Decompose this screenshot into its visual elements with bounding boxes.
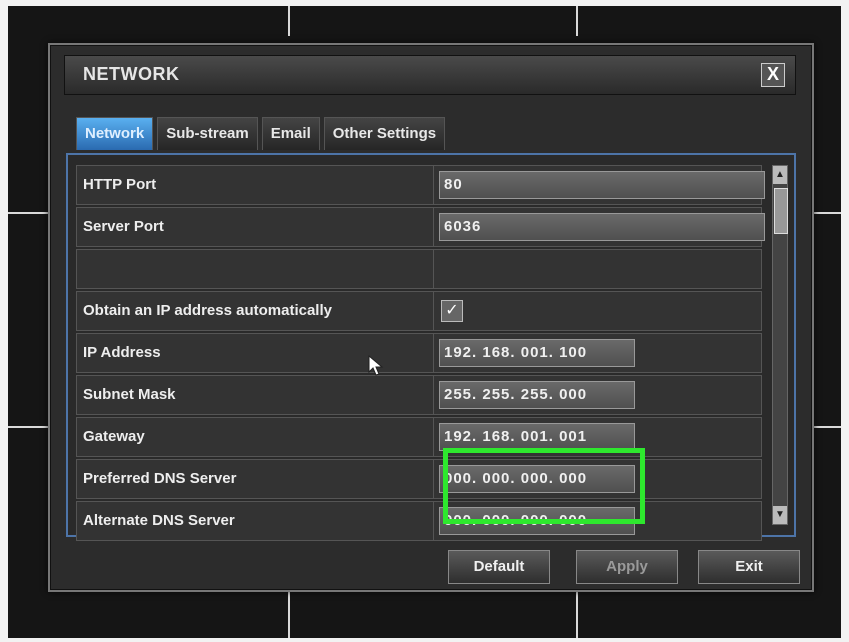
title-bar[interactable]: NETWORK X [64,55,796,95]
server-port-label: Server Port [83,218,164,235]
arrow-up-icon[interactable]: ▲ [773,166,787,184]
preferred-dns-row: Preferred DNS Server 000. 000. 000. 000 [76,459,762,499]
column-divider [433,334,434,372]
http-port-input[interactable]: 80 [439,171,765,199]
preferred-dns-input[interactable]: 000. 000. 000. 000 [439,465,635,493]
exit-button[interactable]: Exit [698,550,800,584]
scrollbar-thumb[interactable] [774,188,788,234]
grid-line [8,212,50,214]
default-button[interactable]: Default [448,550,550,584]
mouse-pointer-icon [368,355,384,376]
arrow-down-icon[interactable]: ▼ [773,506,787,524]
network-dialog: NETWORK X Network Sub-stream Email Other… [48,43,814,592]
alternate-dns-label: Alternate DNS Server [83,512,235,529]
obtain-ip-checkbox[interactable]: ✓ [441,300,463,322]
grid-line [811,212,841,214]
gateway-label: Gateway [83,428,145,445]
obtain-ip-label: Obtain an IP address automatically [83,302,332,319]
gateway-input[interactable]: 192. 168. 001. 001 [439,423,635,451]
subnet-mask-label: Subnet Mask [83,386,176,403]
column-divider [433,292,434,330]
subnet-mask-row: Subnet Mask 255. 255. 255. 000 [76,375,762,415]
grid-line [576,6,578,36]
ip-address-label: IP Address [83,344,161,361]
tab-network[interactable]: Network [76,117,154,150]
tab-email[interactable]: Email [261,117,320,150]
column-divider [433,376,434,414]
alternate-dns-row: Alternate DNS Server 000. 000. 000. 000 [76,501,762,541]
dialog-title: NETWORK [83,64,180,84]
subnet-mask-input[interactable]: 255. 255. 255. 000 [439,381,635,409]
column-divider [433,502,434,540]
close-icon[interactable]: X [761,63,785,87]
column-divider [433,418,434,456]
tab-sub-stream[interactable]: Sub-stream [157,117,258,150]
tab-other-settings[interactable]: Other Settings [323,117,446,150]
settings-list: HTTP Port 80 Server Port 6036 Obtain an … [76,165,765,543]
grid-line [811,426,841,428]
alternate-dns-input[interactable]: 000. 000. 000. 000 [439,507,635,535]
checkmark-icon: ✓ [445,302,459,319]
apply-button[interactable]: Apply [576,550,678,584]
empty-row [76,249,762,289]
grid-line [576,590,578,638]
gateway-row: Gateway 192. 168. 001. 001 [76,417,762,457]
server-port-input[interactable]: 6036 [439,213,765,241]
preferred-dns-label: Preferred DNS Server [83,470,237,487]
http-port-row: HTTP Port 80 [76,165,765,205]
grid-line [288,590,290,638]
grid-line [8,426,50,428]
ip-address-input[interactable]: 192. 168. 001. 100 [439,339,635,367]
http-port-label: HTTP Port [83,176,157,193]
column-divider [433,208,434,246]
tab-bar: Network Sub-stream Email Other Settings [76,117,446,151]
scrollbar[interactable]: ▲ ▼ [772,165,788,525]
server-port-row: Server Port 6036 [76,207,765,247]
column-divider [433,250,434,288]
grid-line [288,6,290,36]
ip-address-row: IP Address 192. 168. 001. 100 [76,333,762,373]
column-divider [433,460,434,498]
network-settings-panel: HTTP Port 80 Server Port 6036 Obtain an … [66,153,796,541]
column-divider [433,166,434,204]
obtain-ip-row: Obtain an IP address automatically ✓ [76,291,762,331]
